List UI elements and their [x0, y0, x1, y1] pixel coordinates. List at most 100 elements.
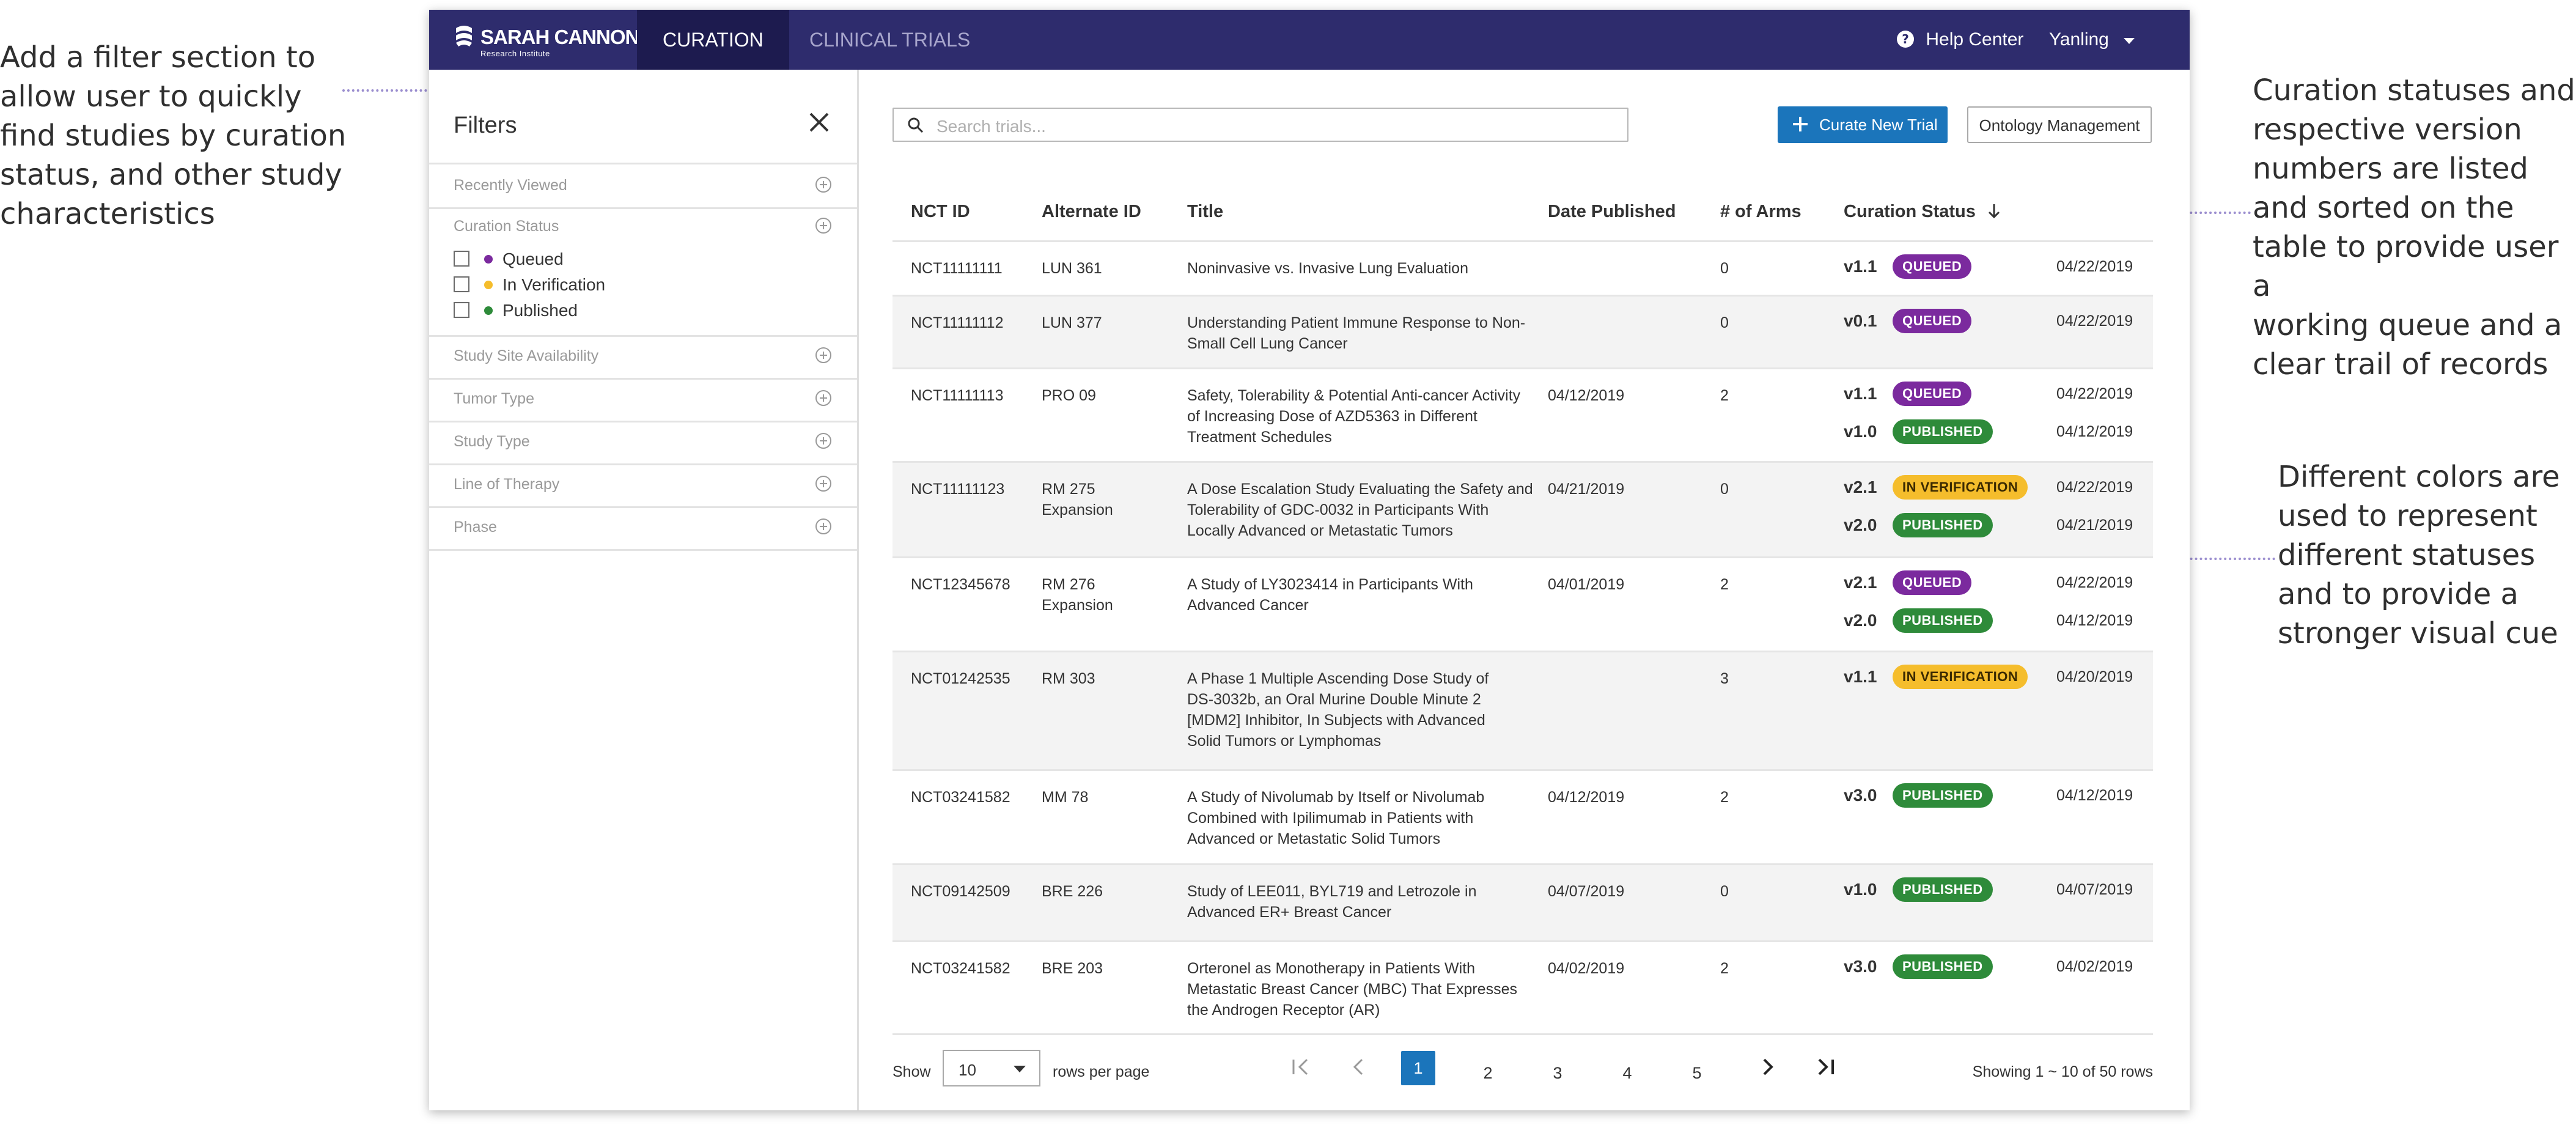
arms-count: 3 [1720, 670, 1729, 687]
trial-title[interactable]: Safety, Tolerability & Potential Anti-ca… [1187, 385, 1529, 448]
column-header-nct-id[interactable]: NCT ID [911, 202, 970, 222]
column-header-curation-status[interactable]: Curation Status [1844, 202, 2001, 222]
ontology-management-button[interactable]: Ontology Management [1967, 106, 2152, 143]
page-2-button[interactable]: 2 [1471, 1056, 1505, 1090]
nct-id: NCT11111113 [911, 387, 1004, 404]
status-badge-queued: QUEUED [1893, 254, 1972, 279]
expand-icon[interactable] [815, 177, 831, 193]
date-published: 04/21/2019 [1548, 481, 1625, 498]
expand-icon[interactable] [815, 390, 831, 406]
version-date: 04/22/2019 [2056, 385, 2133, 402]
filter-section-curation-status: Curation Status Queued In Verification P… [429, 205, 857, 337]
first-page-icon[interactable] [1289, 1055, 1313, 1079]
expand-icon[interactable] [815, 347, 831, 363]
table-row[interactable]: NCT01242535 RM 303 A Phase 1 Multiple As… [892, 651, 2153, 771]
status-badge-queued: QUEUED [1893, 382, 1972, 406]
search-input[interactable]: Search trials... [892, 108, 1628, 142]
version-date: 04/12/2019 [2056, 423, 2133, 440]
trial-title[interactable]: A Dose Escalation Study Evaluating the S… [1187, 479, 1536, 541]
alternate-id: BRE 203 [1042, 960, 1103, 977]
help-icon: ? [1897, 31, 1914, 48]
status-badge-published: PUBLISHED [1893, 419, 1993, 444]
expand-icon[interactable] [815, 433, 831, 449]
page-3-button[interactable]: 3 [1540, 1056, 1575, 1090]
filter-section-study-site-availability[interactable]: Study Site Availability [429, 335, 857, 380]
filter-section-study-type[interactable]: Study Type [429, 421, 857, 465]
tab-curation[interactable]: CURATION [637, 10, 789, 70]
expand-icon[interactable] [815, 476, 831, 492]
user-menu[interactable]: Yanling [2049, 10, 2136, 70]
column-header-title[interactable]: Title [1187, 202, 1223, 222]
trial-title[interactable]: Understanding Patient Immune Response to… [1187, 312, 1529, 354]
tab-clinical-trials[interactable]: CLINICAL TRIALS [784, 10, 996, 70]
filter-section-line-of-therapy[interactable]: Line of Therapy [429, 463, 857, 508]
version-number: v3.0 [1844, 957, 1877, 976]
expand-icon[interactable] [815, 518, 831, 534]
trial-title[interactable]: Noninvasive vs. Invasive Lung Evaluation [1187, 258, 1529, 279]
caret-down-icon [1014, 1066, 1026, 1072]
page-5-button[interactable]: 5 [1680, 1056, 1714, 1090]
checkbox[interactable] [454, 251, 469, 267]
column-header-date-published[interactable]: Date Published [1548, 202, 1676, 222]
version-number: v2.0 [1844, 515, 1877, 534]
help-center-link[interactable]: ? Help Center [1896, 10, 2023, 70]
table-row[interactable]: NCT11111113 PRO 09 Safety, Tolerability … [892, 367, 2153, 463]
rows-per-page-select[interactable]: 10 [943, 1050, 1040, 1086]
table-row[interactable]: NCT11111112 LUN 377 Understanding Patien… [892, 295, 2153, 369]
version-number: v3.0 [1844, 786, 1877, 805]
trial-title[interactable]: Study of LEE011, BYL719 and Letrozole in… [1187, 881, 1529, 923]
version-number: v1.1 [1844, 667, 1877, 686]
sarah-cannon-logo[interactable]: SARAH CANNON Research Institute [454, 22, 639, 59]
date-published: 04/07/2019 [1548, 883, 1625, 900]
table-row[interactable]: NCT11111111 LUN 361 Noninvasive vs. Inva… [892, 240, 2153, 297]
sort-descending-icon[interactable] [1987, 202, 2001, 219]
alternate-id: BRE 226 [1042, 883, 1103, 900]
version-number: v1.1 [1844, 257, 1877, 276]
annotation-filters: Add a filter section to allow user to qu… [0, 40, 347, 231]
last-page-icon[interactable] [1813, 1055, 1838, 1079]
checkbox[interactable] [454, 302, 469, 318]
curate-new-trial-button[interactable]: Curate New Trial [1778, 106, 1948, 143]
version-date: 04/21/2019 [2056, 517, 2133, 534]
show-label: Show [892, 1063, 931, 1080]
date-published: 04/12/2019 [1548, 387, 1625, 404]
alternate-id: RM 275 Expansion [1042, 481, 1113, 518]
previous-page-icon[interactable] [1346, 1055, 1371, 1079]
alternate-id: RM 303 [1042, 670, 1095, 687]
trial-title[interactable]: Orteronel as Monotherapy in Patients Wit… [1187, 958, 1529, 1020]
filter-section-recently-viewed[interactable]: Recently Viewed [429, 163, 857, 209]
status-badge-queued: QUEUED [1893, 570, 1972, 595]
status-dot-queued [484, 255, 493, 264]
annotation-status-colors: Different colors are used to represent d… [2278, 460, 2560, 651]
help-center-label: Help Center [1926, 29, 2024, 50]
expand-icon[interactable] [815, 218, 831, 234]
status-badge-published: PUBLISHED [1893, 954, 1993, 979]
next-page-icon[interactable] [1756, 1055, 1780, 1079]
page-1-button[interactable]: 1 [1401, 1051, 1435, 1085]
arms-count: 0 [1720, 260, 1729, 277]
filters-sidebar: Filters Recently Viewed Curation Status … [429, 70, 859, 1110]
page-4-button[interactable]: 4 [1610, 1056, 1644, 1090]
trial-title[interactable]: A Study of LY3023414 in Participants Wit… [1187, 574, 1529, 616]
table-row[interactable]: NCT03241582 MM 78 A Study of Nivolumab b… [892, 769, 2153, 865]
table-row[interactable]: NCT12345678 RM 276 Expansion A Study of … [892, 556, 2153, 652]
pagination-bar: Show 10 rows per page 1 2 3 4 5 Showing … [892, 1033, 2153, 1086]
table-row[interactable]: NCT09142509 BRE 226 Study of LEE011, BYL… [892, 863, 2153, 942]
arms-count: 2 [1720, 960, 1729, 977]
close-icon[interactable] [807, 110, 831, 135]
trial-title[interactable]: A Phase 1 Multiple Ascending Dose Study … [1187, 668, 1517, 751]
checkbox[interactable] [454, 276, 469, 292]
status-badge-published: PUBLISHED [1893, 783, 1993, 808]
filter-section-label: Study Site Availability [454, 347, 599, 364]
status-badge-in-verification: IN VERIFICATION [1893, 665, 2028, 689]
table-row[interactable]: NCT03241582 BRE 203 Orteronel as Monothe… [892, 940, 2153, 1035]
version-date: 04/22/2019 [2056, 312, 2133, 330]
filter-section-tumor-type[interactable]: Tumor Type [429, 378, 857, 422]
filter-section-phase[interactable]: Phase [429, 506, 857, 551]
alternate-id: MM 78 [1042, 789, 1089, 806]
ontology-management-label: Ontology Management [1979, 116, 2140, 135]
column-header-arms[interactable]: # of Arms [1720, 202, 1801, 222]
table-row[interactable]: NCT11111123 RM 275 Expansion A Dose Esca… [892, 461, 2153, 558]
trial-title[interactable]: A Study of Nivolumab by Itself or Nivolu… [1187, 787, 1529, 849]
column-header-alternate-id[interactable]: Alternate ID [1042, 202, 1141, 222]
